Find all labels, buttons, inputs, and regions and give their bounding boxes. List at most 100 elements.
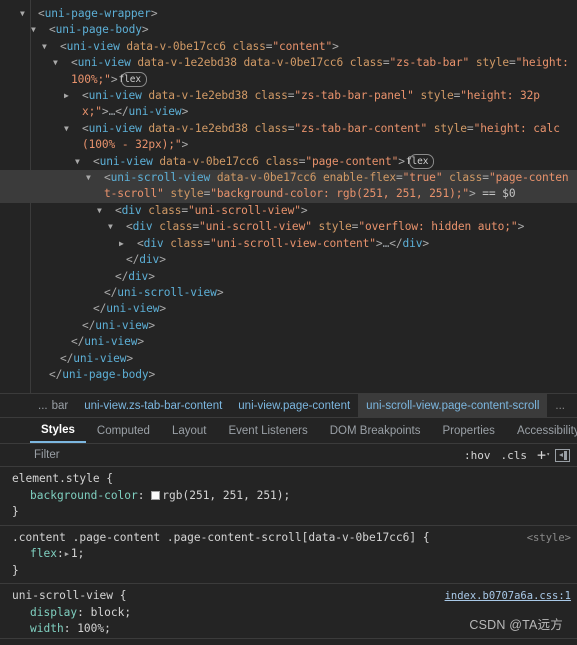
dom-token-attr: style [469, 56, 510, 70]
breadcrumb[interactable]: ... bar uni-view.zs-tab-bar-content uni-vie… [0, 393, 577, 417]
dom-token-punct: > [148, 367, 156, 381]
dom-node-row[interactable]: </div> [0, 252, 577, 268]
tab-styles[interactable]: Styles [30, 418, 86, 443]
dom-node-row[interactable]: ▼ <uni-view data-v-1e2ebd38 data-v-0be17c… [0, 55, 577, 88]
disclosure-triangle-open-icon[interactable]: ▼ [42, 39, 60, 55]
disclosure-triangle-open-icon[interactable]: ▼ [53, 55, 71, 71]
css-property-value[interactable]: block; [91, 606, 131, 619]
breadcrumb-item[interactable]: ... [547, 394, 573, 417]
css-property-value[interactable]: 1; [71, 547, 84, 560]
dom-node-row[interactable]: </uni-scroll-view> [0, 285, 577, 301]
dom-token-tag: uni-view [95, 318, 149, 332]
breadcrumb-item[interactable]: uni-scroll-view.page-content-scroll [358, 394, 548, 417]
dom-token-punct: < [49, 23, 56, 37]
disclosure-triangle-open-icon[interactable]: ▼ [75, 154, 93, 170]
disclosure-triangle-closed-icon[interactable]: ▶ [64, 88, 82, 104]
dom-node-row[interactable]: </uni-page-body> [0, 367, 577, 383]
css-rule[interactable]: element.style {background-color: rgb(251… [0, 467, 577, 526]
dom-node-row[interactable]: </uni-view> [0, 334, 577, 350]
dom-node-row[interactable]: </uni-view> [0, 351, 577, 367]
styles-filter-input[interactable] [30, 449, 459, 461]
disclosure-triangle-open-icon[interactable]: ▼ [108, 219, 126, 235]
disclosure-triangle-closed-icon[interactable]: ▶ [119, 236, 137, 252]
dom-node-row[interactable]: ▼ <uni-view data-v-0be17cc6 class="conten… [0, 39, 577, 55]
dom-node-row[interactable]: ▼ <div class="uni-scroll-view"> [0, 203, 577, 219]
disclosure-triangle-open-icon[interactable]: ▼ [97, 203, 115, 219]
dom-token-punct: = [482, 171, 489, 185]
css-colon: : [63, 622, 71, 635]
dom-token-punct: < [137, 236, 144, 250]
dom-node-row[interactable]: ▶ <uni-view data-v-1e2ebd38 class="zs-tab… [0, 88, 577, 121]
dom-token-tag: uni-view [99, 154, 153, 168]
styles-pane-tab-bar[interactable]: Styles Computed Layout Event Listeners DOM B… [0, 417, 577, 443]
breadcrumb-item[interactable]: ... [30, 394, 52, 417]
css-rule[interactable]: <style> .content .page-content .page-cont… [0, 526, 577, 584]
dom-node-row[interactable]: </div> [0, 269, 577, 285]
dom-node-row-selected[interactable]: ▼ <uni-scroll-view data-v-0be17cc6 enable… [0, 170, 577, 203]
dom-node-row[interactable]: </uni-view> [0, 318, 577, 334]
dom-token-punct: </ [126, 253, 140, 267]
tab-accessibility[interactable]: Accessibility [506, 418, 577, 443]
css-property-name[interactable]: flex [30, 547, 57, 560]
css-property-value[interactable]: rgb(251, 251, 251); [162, 489, 290, 502]
css-source-link[interactable]: index.b0707a6a.css:1 [445, 588, 571, 605]
dom-token-attr: style [311, 220, 352, 234]
dom-node-row[interactable]: ▼ <uni-page-wrapper> [0, 6, 577, 22]
flex-badge[interactable]: flex [406, 153, 435, 169]
css-selector[interactable]: .content .page-content .page-content-scr… [12, 530, 571, 547]
styles-rules-pane[interactable]: element.style {background-color: rgb(251… [0, 467, 577, 639]
dom-token-tag: div [402, 236, 423, 250]
dom-token-attr: style [413, 89, 454, 103]
disclosure-triangle-open-icon[interactable]: ▼ [64, 121, 82, 137]
dom-token-attr: data-v-0be17cc6 [119, 39, 226, 53]
dom-node-row[interactable]: ▼ <div class="uni-scroll-view" style="ove… [0, 219, 577, 235]
hov-toggle-button[interactable]: :hov [459, 449, 496, 462]
tab-properties[interactable]: Properties [432, 418, 506, 443]
breadcrumb-item[interactable]: uni-view.page-content [230, 394, 358, 417]
dom-token-tag: div [132, 220, 153, 234]
color-swatch-icon[interactable] [151, 490, 161, 500]
tab-dom-breakpoints[interactable]: DOM Breakpoints [319, 418, 432, 443]
dom-token-punct: < [104, 171, 111, 185]
flex-badge[interactable]: flex [118, 71, 147, 87]
dom-token-punct: < [38, 7, 45, 20]
css-property-name[interactable]: width [30, 622, 64, 635]
tab-layout[interactable]: Layout [161, 418, 218, 443]
disclosure-triangle-open-icon[interactable]: ▼ [20, 6, 38, 22]
dom-token-punct: > [159, 253, 166, 267]
computed-sidebar-toggle-icon[interactable] [555, 448, 570, 462]
cls-toggle-button[interactable]: .cls [495, 449, 532, 462]
dom-token-punct: </ [115, 105, 129, 119]
dom-token-val: "uni-scroll-view" [199, 220, 312, 234]
expand-shorthand-triangle-icon[interactable]: ▶ [65, 546, 69, 563]
dom-token-punct: > [469, 187, 476, 201]
new-style-rule-button[interactable]: + ▾ [532, 447, 550, 462]
styles-filter-bar[interactable]: :hov .cls +▾ [0, 443, 577, 467]
dom-token-val: "page-content" [305, 154, 399, 168]
dom-token-attr: data-v-1e2ebd38 [141, 121, 248, 135]
css-declaration[interactable]: background-color: rgb(251, 251, 251); [12, 488, 571, 505]
dom-token-punct: > [148, 318, 156, 332]
dom-node-row[interactable]: ▼ <uni-view data-v-1e2ebd38 class = "zs-tab… [0, 121, 577, 154]
tab-computed[interactable]: Computed [86, 418, 161, 443]
dom-token-val: "uni-scroll-view" [188, 203, 301, 217]
dom-token-punct: > [300, 203, 308, 217]
dom-node-row[interactable]: ▼ <uni-view data-v-0be17cc6 class="page-c… [0, 153, 577, 170]
dom-node-row[interactable]: </uni-view> [0, 301, 577, 317]
css-property-value[interactable]: 100%; [77, 622, 111, 635]
css-selector[interactable]: element.style { [12, 471, 571, 488]
dom-node-row[interactable]: ▼ <uni-page-body> [0, 22, 577, 38]
disclosure-triangle-open-icon[interactable]: ▼ [31, 22, 49, 38]
dom-node-row[interactable]: ▶ <div class="uni-scroll-view-content">…<… [0, 236, 577, 252]
breadcrumb-item[interactable]: bar [52, 394, 77, 417]
dom-token-attr: class [141, 203, 182, 217]
css-property-name[interactable]: background-color [30, 489, 138, 502]
css-declaration[interactable]: flex:▶ 1; [12, 546, 571, 563]
dom-tree-panel[interactable]: ▼ <uni-page-wrapper> ▼ <uni-page-body> ▼ <uni… [0, 0, 577, 393]
tab-event-listeners[interactable]: Event Listeners [217, 418, 318, 443]
css-property-name[interactable]: display [30, 606, 77, 619]
dom-token-tag: div [128, 269, 149, 283]
breadcrumb-item[interactable]: uni-view.zs-tab-bar-content [76, 394, 230, 417]
dom-token-tag: uni-scroll-view [110, 171, 211, 185]
disclosure-triangle-open-icon[interactable]: ▼ [86, 170, 104, 186]
